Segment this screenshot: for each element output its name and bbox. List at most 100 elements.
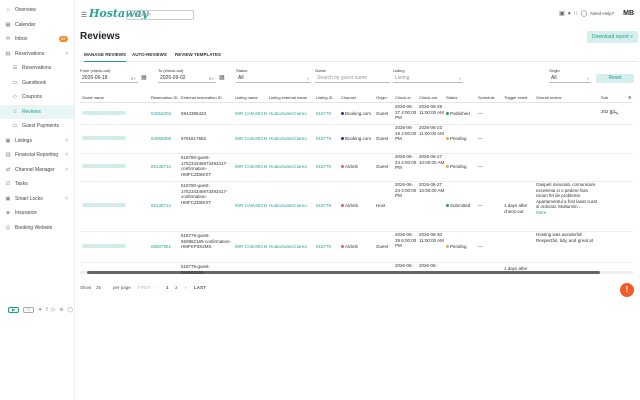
- last-page-button[interactable]: LAST: [194, 285, 206, 290]
- sidebar-item-reservations[interactable]: ▤ Reservations ˄: [0, 47, 74, 62]
- twitter-icon[interactable]: ✦: [38, 307, 42, 313]
- horizontal-scrollbar[interactable]: [80, 271, 633, 274]
- guest-name-redacted[interactable]: [82, 164, 126, 170]
- sidebar-item-inbox[interactable]: ✉ Inbox 22: [0, 32, 74, 47]
- calendar-icon[interactable]: ▦: [219, 74, 225, 81]
- column-header[interactable]: Status: [446, 91, 457, 103]
- gear-icon[interactable]: ⚙: [628, 91, 632, 103]
- first-page-button[interactable]: FIRST: [138, 285, 151, 290]
- help-icon[interactable]: ◯: [581, 10, 588, 17]
- column-header[interactable]: Listing external name: [269, 91, 307, 103]
- table-row[interactable]: 65136712 518780-guest-175234346973493417-…: [80, 153, 633, 181]
- monitor-icon[interactable]: ▣: [559, 10, 565, 17]
- table-cell[interactable]: 518779: [316, 111, 338, 117]
- sidebar-item-channel-manager[interactable]: ⇄ Channel Manager ˅: [0, 163, 74, 178]
- tab-auto-reviews[interactable]: AUTO-REVIEWS: [132, 52, 167, 57]
- tab-manage-reviews[interactable]: MANAGE REVIEWS: [84, 52, 127, 62]
- table-cell[interactable]: 66507951: [151, 244, 179, 250]
- table-row[interactable]: 66507951 518779-guest-550962165-confirmat…: [80, 231, 633, 262]
- avatar[interactable]: MB: [623, 10, 634, 17]
- column-header[interactable]: Schedule: [478, 91, 495, 103]
- table-cell[interactable]: 64956808: [151, 136, 179, 142]
- guest-name-redacted[interactable]: [82, 110, 126, 117]
- column-header[interactable]: Overall review: [536, 91, 561, 103]
- table-cell[interactable]: 65138712: [151, 203, 179, 209]
- guest-name-redacted[interactable]: [82, 203, 126, 209]
- column-header[interactable]: Channel: [341, 91, 356, 103]
- bell-icon[interactable]: ♦: [568, 11, 571, 17]
- facebook-icon[interactable]: f: [46, 307, 47, 313]
- table-cell[interactable]: 65136712: [151, 164, 179, 170]
- sidebar-item-coupons[interactable]: ◇ Coupons: [0, 90, 74, 105]
- table-cell[interactable]: IMR-CAB,803 B: [235, 136, 268, 142]
- table-cell[interactable]: 518779: [316, 136, 338, 142]
- prev-page-button[interactable]: ‹: [154, 285, 156, 290]
- table-cell[interactable]: HuatoSuitesCiareo: [269, 164, 314, 170]
- youtube-icon[interactable]: ▷: [52, 307, 56, 313]
- to-date-input[interactable]: 2026-09-02 ✕˅: [158, 74, 216, 83]
- apple-icon[interactable]: : [23, 307, 34, 313]
- origin-select[interactable]: All ˅: [549, 74, 591, 83]
- sidebar-item-guest-payments[interactable]: ▭ Guest Payments: [0, 119, 74, 134]
- download-report-button[interactable]: Download report ˅: [587, 31, 638, 43]
- sidebar-item-reviews[interactable]: ☆ Reviews: [0, 104, 74, 119]
- table-cell[interactable]: 62064003: [151, 111, 179, 117]
- column-header[interactable]: Listing name: [235, 91, 258, 103]
- sidebar-item-guestbook[interactable]: ▭ Guestbook: [0, 76, 74, 91]
- android-icon[interactable]: ▶: [8, 307, 19, 313]
- apps-icon[interactable]: ∷: [574, 10, 578, 17]
- edit-icon[interactable]: ✎: [615, 111, 619, 116]
- linkedin-icon[interactable]: in: [59, 307, 63, 313]
- sidebar-item-financial-reporting[interactable]: ▥ Financial Reporting ˅: [0, 148, 74, 163]
- guest-search-input[interactable]: Search by guest name: [315, 74, 390, 83]
- table-cell[interactable]: 518779: [316, 244, 338, 250]
- table-cell[interactable]: HuatoSuitesCiareo: [269, 203, 314, 209]
- search-input[interactable]: ⚲ Search: [126, 10, 194, 20]
- sidebar-item-overview[interactable]: ⌂ Overview: [0, 3, 74, 18]
- column-header[interactable]: Origin: [376, 91, 387, 103]
- column-header[interactable]: Guest name: [82, 91, 104, 103]
- table-cell[interactable]: 518779: [316, 164, 338, 170]
- page-2-button[interactable]: 2: [175, 285, 178, 290]
- menu-icon[interactable]: ☰: [81, 11, 87, 19]
- sidebar-item-calendar[interactable]: ▦ Calendar: [0, 18, 74, 33]
- help-fab-button[interactable]: !: [620, 283, 634, 297]
- sidebar-item-insurance[interactable]: ◈ Insurance: [0, 206, 74, 221]
- table-cell[interactable]: IMR-CAB,803 B: [235, 203, 268, 209]
- column-header[interactable]: External reservation ID: [181, 91, 222, 103]
- column-header[interactable]: Check-in: [395, 91, 411, 103]
- column-header[interactable]: Listing ID: [316, 91, 333, 103]
- listing-select[interactable]: Listing ˅: [393, 74, 463, 83]
- column-header[interactable]: Trigger event: [504, 91, 527, 103]
- table-cell[interactable]: HuatoSuitesCiareo: [269, 111, 314, 117]
- reply-icon[interactable]: ↩: [610, 111, 614, 116]
- table-cell[interactable]: HuatoSuitesCiareo: [269, 136, 314, 142]
- status-select[interactable]: All ˅: [236, 74, 311, 83]
- sidebar-item-reservations[interactable]: ☰ Reservations: [0, 61, 74, 76]
- column-header[interactable]: Sub: [601, 91, 608, 103]
- sidebar-item-tasks[interactable]: ☑ Tasks: [0, 177, 74, 192]
- table-cell[interactable]: IMR-CAB,803 B: [235, 244, 268, 250]
- table-cell[interactable]: 518779: [316, 203, 338, 209]
- table-row[interactable]: 62064003 5943395423 IMR-CAB,803 B HuatoSuit…: [80, 103, 633, 124]
- sidebar-item-booking-website[interactable]: ◎ Booking Website: [0, 221, 74, 236]
- sidebar-item-smart-locks[interactable]: ▣ Smart Locks ˅: [0, 192, 74, 207]
- instagram-icon[interactable]: ◯: [67, 307, 73, 313]
- reset-button[interactable]: Reset: [596, 74, 634, 83]
- column-header[interactable]: Reservation ID: [151, 91, 177, 103]
- from-date-input[interactable]: 2026-06-18 ✕˅: [80, 74, 138, 83]
- table-cell[interactable]: IMR-CAB,803 B: [235, 164, 268, 170]
- guest-name-redacted[interactable]: [82, 243, 126, 250]
- table-row[interactable]: 65138712 518780-guest-175234346973493417-…: [80, 181, 633, 231]
- table-cell[interactable]: IMR-CAB,803 B: [235, 111, 268, 117]
- help-link[interactable]: Need Help?: [590, 11, 614, 16]
- table-row[interactable]: 64956808 5791617582 IMR-CAB,803 B HuatoSuit…: [80, 124, 633, 153]
- calendar-icon[interactable]: ▦: [141, 74, 147, 81]
- sidebar-item-listings[interactable]: ▣ Listings ˅: [0, 134, 74, 149]
- column-header[interactable]: Check-out: [419, 91, 437, 103]
- table-row[interactable]: 518779-guest-550962165- 2026-06- 2026-06- 1…: [80, 262, 633, 275]
- table-cell[interactable]: HuatoSuitesCiareo: [269, 244, 314, 250]
- more-link[interactable]: More: [536, 210, 598, 216]
- per-page-select[interactable]: 25: [96, 285, 101, 290]
- next-page-button[interactable]: ›: [185, 285, 187, 290]
